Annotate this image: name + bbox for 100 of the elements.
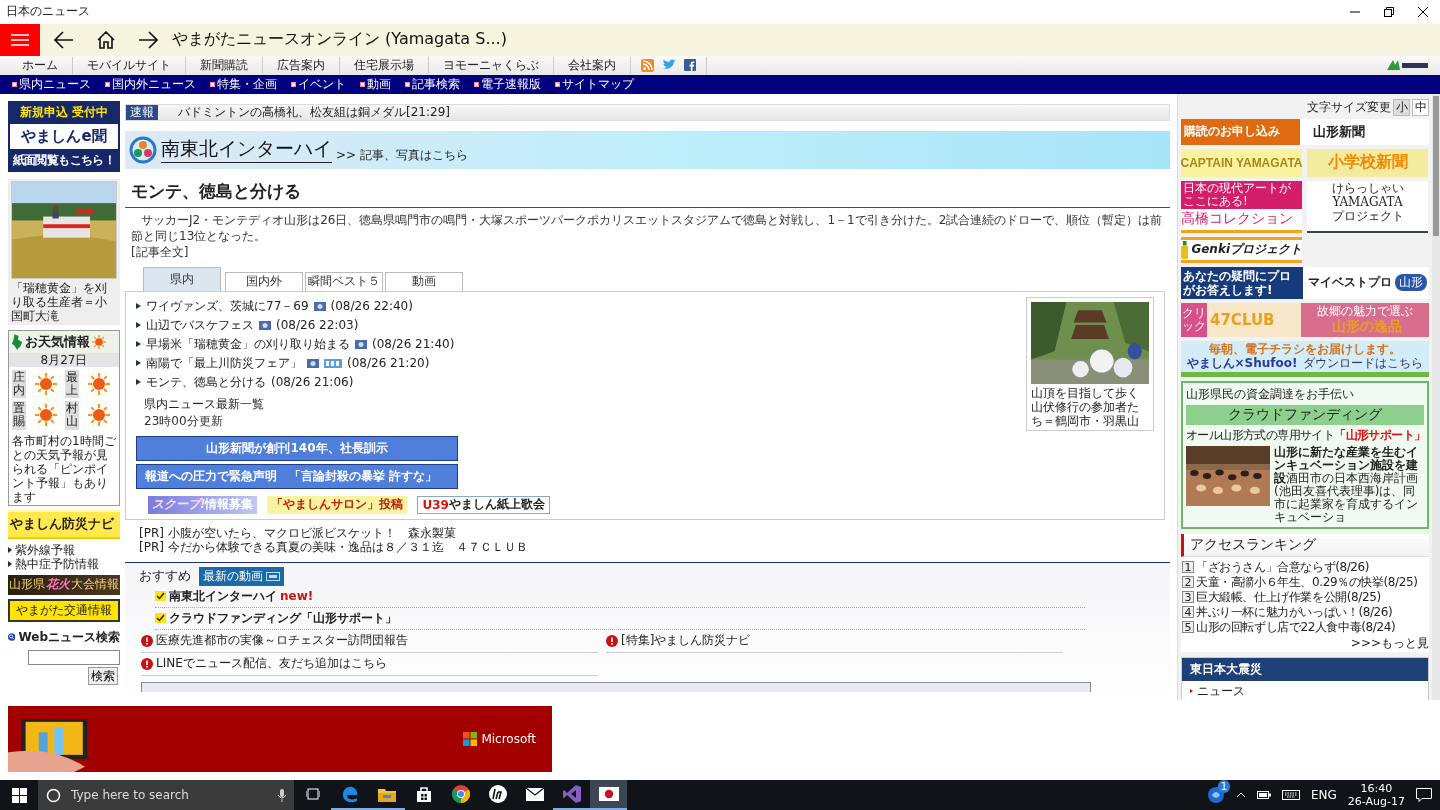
news-link[interactable]: ワイヴァンズ、茨城に77－69: [146, 297, 309, 315]
nav-link[interactable]: 動画: [360, 75, 391, 93]
subscription-banner[interactable]: 購読のお申し込み 山形新聞: [1181, 118, 1429, 145]
alert-icon: [141, 634, 153, 647]
news-link[interactable]: 南陽で「最上川防災フェア」: [146, 354, 302, 372]
nav-link[interactable]: 国内外ニュース: [105, 75, 196, 93]
mail-icon[interactable]: [525, 787, 544, 801]
notice-link[interactable]: LINEでニュース配信、友だち追加はこちら: [156, 655, 387, 673]
menu-link[interactable]: 広告案内: [263, 56, 340, 74]
more-link[interactable]: >>>もっと見: [1181, 634, 1429, 652]
story-text[interactable]: 山形に新たな産業を生むインキュベーション施設を建設酒田市の日本西海岸計画(池田友喜代表理事)は、同市に起業家を育成するインキュベーショ: [1274, 445, 1424, 524]
menu-link[interactable]: 新聞購読: [186, 56, 263, 74]
fireworks-banner[interactable]: 山形県花火大会情報: [8, 574, 120, 595]
folder-icon[interactable]: [377, 786, 396, 802]
nav-link[interactable]: 県内ニュース: [12, 75, 91, 93]
flag-icon[interactable]: [598, 787, 619, 801]
side-link[interactable]: 熱中症予防情報: [8, 556, 120, 571]
font-size-option[interactable]: 小: [1393, 98, 1410, 116]
news-link[interactable]: 山辺でバスケフェス: [146, 316, 254, 334]
rss-icon[interactable]: [641, 58, 654, 72]
breaking-news-link[interactable]: バドミントンの高橋礼、松友組は銅メダル[21:29]: [178, 103, 450, 121]
browser-icon[interactable]: [340, 785, 359, 803]
disaster-navi-banner[interactable]: やましん防災ナビ: [8, 509, 120, 539]
banner-logo-text: やましんe聞: [10, 123, 118, 149]
menu-button[interactable]: [0, 23, 40, 56]
menu-link[interactable]: 会社案内: [554, 56, 631, 74]
crowdfunding-site-link[interactable]: 「山形サポート」: [1334, 427, 1426, 442]
news-tab[interactable]: 瞬間ベスト５: [305, 271, 383, 291]
search-field[interactable]: [28, 649, 120, 665]
video-badge[interactable]: 最新の動画: [199, 566, 284, 586]
font-size-option[interactable]: 中: [1412, 98, 1429, 116]
nav-link[interactable]: サイトマップ: [555, 75, 634, 93]
menu-link[interactable]: モバイルサイト: [73, 56, 186, 74]
traffic-banner[interactable]: やまがた交通情報: [8, 598, 120, 622]
search-box[interactable]: Type here to search: [38, 780, 294, 810]
e-paper-banner[interactable]: 新規申込 受付中 やましんe聞 紙面閲覧もこちら！: [8, 100, 120, 172]
scrollbar[interactable]: [1432, 93, 1440, 701]
nav-link[interactable]: 特集・企画: [210, 75, 277, 93]
expert-banner[interactable]: あなたの疑問にプロがお答えします! マイベストプロ 山形: [1181, 266, 1429, 299]
ranking-link[interactable]: 巨大緞帳、仕上げ作業を公開(8/25): [1196, 588, 1381, 606]
feature-button[interactable]: 報道への圧力で緊急声明 「言論封殺の暴挙 許すな」: [136, 463, 458, 489]
poetry-banner[interactable]: U39やましん紙上歌会: [417, 495, 550, 514]
side-link[interactable]: 紫外線予報: [8, 542, 120, 557]
ad-link[interactable]: [PR] 小腹が空いたら、マクロビ派ビスケット！ 森永製菓: [139, 525, 1170, 540]
tv-icon: [266, 571, 280, 581]
full-article-link[interactable]: [記事全文]: [131, 244, 189, 259]
facebook-icon[interactable]: [684, 59, 696, 72]
project-banner[interactable]: けらっしゃいYAMAGATA プロジェクト: [1307, 180, 1428, 233]
interhigh-banner[interactable]: 南東北インターハイ >> 記事、写真はこちら: [125, 130, 1170, 169]
news-link[interactable]: モンテ、徳島と分ける: [146, 373, 266, 391]
art-collection-banner[interactable]: 日本の現代アートがここにある! 高橋コレクション: [1181, 180, 1302, 233]
news-link[interactable]: 早場米「瑞穂黄金」の刈り取り始まる: [146, 335, 350, 353]
shopping-bag-icon[interactable]: [415, 786, 432, 802]
chrome-icon[interactable]: [451, 785, 470, 803]
task-view-icon[interactable]: [305, 788, 320, 800]
ranking-link[interactable]: 天童・高擶小６年生、0.29％の快挙(8/25): [1196, 573, 1418, 591]
menu-link[interactable]: ヨモーニャくらぶ: [429, 56, 554, 74]
chevron-up-icon[interactable]: [1235, 792, 1246, 798]
menu-link[interactable]: 住宅展示場: [340, 56, 429, 74]
news-tab[interactable]: 動画: [385, 271, 463, 291]
genki-banner[interactable]: Genkiプロジェクト: [1181, 236, 1302, 263]
crowdfunding-title[interactable]: クラウドファンディング: [1186, 404, 1424, 425]
language-indicator[interactable]: ENG: [1310, 788, 1337, 802]
ranking-link[interactable]: 「ざおうさん」合意ならず(8/26): [1196, 558, 1370, 576]
clock[interactable]: 16:40 26-Aug-17: [1347, 782, 1405, 808]
ad-link[interactable]: [PR] 今だから体験できる真夏の美味・逸品は８／３１迄 ４７ＣＬＵＢ: [139, 539, 1170, 554]
recommend-link[interactable]: 南東北インターハイ: [169, 587, 277, 605]
keyboard-icon[interactable]: [1281, 790, 1300, 800]
visual-studio-icon[interactable]: [562, 785, 581, 803]
battery-icon[interactable]: [1256, 791, 1271, 799]
nav-link[interactable]: イベント: [291, 75, 346, 93]
ranking-link[interactable]: 丼ぶり一杯に魅力がいっぱい！(8/26): [1196, 603, 1393, 621]
flyer-banner[interactable]: 毎朝、電子チラシをお届けします。 やましん×Shufoo! ダウンロードはこちら: [1181, 340, 1429, 377]
notifications-icon[interactable]: [1416, 788, 1432, 802]
maximize-icon[interactable]: [1384, 7, 1394, 17]
notice-link[interactable]: [特集]やましん防災ナビ: [621, 632, 751, 650]
microphone-icon[interactable]: [278, 788, 286, 802]
recommend-link[interactable]: クラウドファンディング「山形サポート」: [169, 609, 397, 627]
menu-link[interactable]: ホーム: [8, 56, 73, 74]
search-field[interactable]: Type here to search: [69, 787, 270, 803]
nav-link[interactable]: 記事検索: [405, 75, 460, 93]
notice-link[interactable]: 医療先進都市の実像～ロチェスター訪問団報告: [156, 632, 408, 650]
ranking-link[interactable]: 山形の回転ずし店で22人食中毒(8/24): [1196, 618, 1396, 636]
close-icon[interactable]: [1418, 7, 1428, 17]
start-icon[interactable]: [11, 787, 27, 803]
logo-icon[interactable]: [1386, 58, 1430, 73]
square-bullet-icon: [405, 81, 410, 87]
bird-icon[interactable]: [662, 59, 676, 72]
news-list-link[interactable]: 県内ニュース最新一覧: [144, 395, 1016, 413]
salon-banner[interactable]: 「やましんサロン」投稿: [267, 495, 408, 514]
news-tab[interactable]: 国内外: [225, 271, 303, 291]
nav-link[interactable]: 電子速報版: [474, 75, 541, 93]
prefecture-map-icon: [11, 333, 23, 350]
forward-icon: [138, 30, 158, 49]
feature-button[interactable]: 山形新聞が創刊140年、社長訓示: [136, 435, 458, 461]
check-icon: [155, 591, 166, 602]
search-button[interactable]: 検索: [88, 666, 118, 685]
disaster-link[interactable]: ニュース: [1182, 680, 1428, 701]
news-tab[interactable]: 県内: [143, 266, 221, 291]
arrow-icon: [136, 360, 141, 367]
